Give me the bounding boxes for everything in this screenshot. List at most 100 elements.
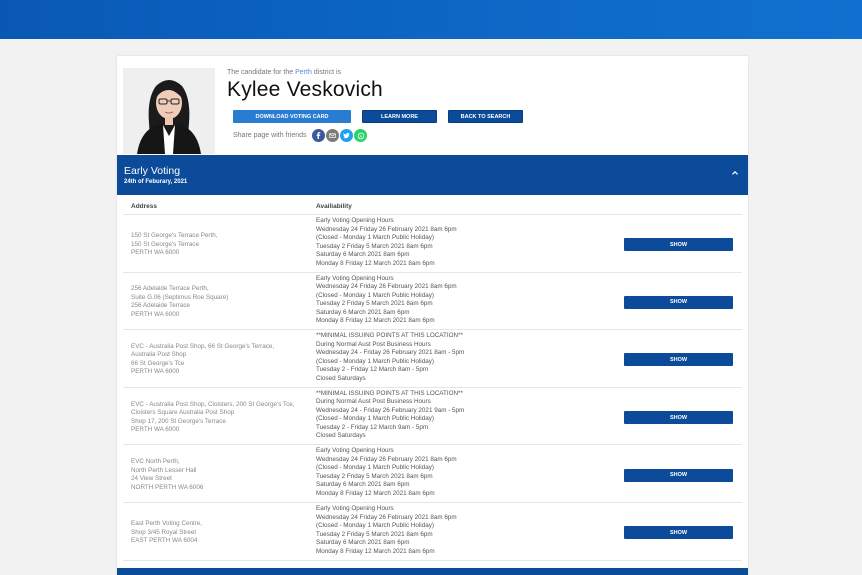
candidate-photo	[123, 68, 215, 154]
availability-line: (Closed - Monday 1 March Public Holiday)	[316, 415, 434, 423]
show-button[interactable]: SHOW	[624, 526, 733, 540]
email-icon[interactable]	[326, 129, 339, 142]
row-availability: **MINIMAL ISSUING POINTS AT THIS LOCATIO…	[316, 332, 464, 383]
availability-line: (Closed - Monday 1 March Public Holiday)	[316, 291, 434, 299]
twitter-icon[interactable]	[340, 129, 353, 142]
row-address: EVC - Australia Post Shop, Cloisters, 20…	[131, 401, 294, 435]
address-line: EVC - Australia Post Shop, Cloisters, 20…	[131, 400, 295, 408]
whatsapp-icon[interactable]	[354, 129, 367, 142]
availability-line: (Closed - Monday 1 March Public Holiday)	[316, 357, 434, 365]
row-availability: Early Voting Opening Hours Wednesday 24 F…	[316, 505, 457, 556]
show-button[interactable]: SHOW	[624, 238, 733, 252]
table-row: East Perth Voting Centre, Shop 3/45 Royal…	[123, 503, 742, 561]
address-line: 150 St George's Terrace	[131, 240, 199, 248]
address-line: Shop 3/45 Royal Street	[131, 528, 197, 536]
download-voting-card-button[interactable]: DOWNLOAD VOTING CARD	[233, 110, 351, 123]
address-line: PERTH WA 6000	[131, 310, 180, 318]
top-banner	[0, 0, 862, 39]
availability-line: **MINIMAL ISSUING POINTS AT THIS LOCATIO…	[316, 389, 463, 397]
row-availability: Early Voting Opening Hours Wednesday 24 F…	[316, 217, 457, 268]
table-row: EVC - Australia Post Shop, 66 St George'…	[123, 330, 742, 388]
row-address: EVC North Perth, North Perth Lesser Hall 2…	[131, 458, 203, 492]
address-line: 24 View Street	[131, 475, 172, 483]
availability-line: (Closed - Monday 1 March Public Holiday)	[316, 234, 434, 241]
candidate-name: Kylee Veskovich	[227, 78, 383, 101]
address-line: 150 St George's Terrace Perth,	[131, 232, 218, 240]
address-line: 66 St George's Tce	[131, 359, 185, 367]
candidate-portrait-icon	[123, 68, 215, 154]
availability-line: Closed Saturdays	[316, 374, 366, 382]
availability-line: Tuesday 2 Friday 5 March 2021 8am 6pm	[316, 300, 433, 308]
availability-line: Tuesday 2 Friday 5 March 2021 8am 6pm	[316, 472, 433, 480]
availability-line: During Normal Aust Post Business Hours	[316, 398, 431, 406]
address-column-header: Address	[131, 203, 158, 210]
availability-line: Wednesday 24 Friday 26 February 2021 8am…	[316, 513, 457, 521]
availability-line: Early Voting Opening Hours	[316, 447, 394, 455]
availability-line: Wednesday 24 Friday 26 February 2021 8am…	[316, 283, 457, 291]
address-line: 256 Adelaide Terrace	[131, 302, 191, 310]
show-button[interactable]: SHOW	[624, 468, 733, 482]
table-row: EVC - Australia Post Shop, Cloisters, 20…	[123, 388, 742, 446]
section-date: 24th of Feburary, 2021	[124, 179, 188, 185]
availability-line: During Normal Aust Post Business Hours	[316, 340, 431, 348]
availability-line: Wednesday 24 Friday 26 February 2021 8am…	[316, 455, 457, 463]
address-line: North Perth Lesser Hall	[131, 466, 197, 474]
availability-line: Saturday 6 March 2021 8am 6pm	[316, 539, 410, 546]
availability-line: Early Voting Opening Hours	[316, 505, 394, 512]
availability-line: Monday 8 Friday 12 March 2021 8am 6pm	[316, 547, 435, 555]
show-button[interactable]: SHOW	[624, 411, 733, 425]
address-line: PERTH WA 6000	[131, 426, 180, 434]
row-address: 150 St George's Terrace Perth, 150 St Geo…	[131, 232, 218, 258]
availability-line: **MINIMAL ISSUING POINTS AT THIS LOCATIO…	[316, 332, 463, 340]
availability-line: Tuesday 2 - Friday 12 March 8am - 5pm	[316, 366, 429, 374]
early-voting-section-header[interactable]: Early Voting 24th of Feburary, 2021	[117, 155, 748, 195]
address-line: EVC North Perth,	[131, 458, 180, 466]
back-to-search-button[interactable]: BACK TO SEARCH	[448, 110, 523, 123]
address-line: Shop 17, 200 St George's Terrace	[131, 417, 226, 425]
row-availability: **MINIMAL ISSUING POINTS AT THIS LOCATIO…	[316, 390, 464, 441]
address-line: EAST PERTH WA 6004	[131, 537, 198, 545]
table-row: EVC North Perth, North Perth Lesser Hall 2…	[123, 445, 742, 503]
availability-column-header: Availiability	[316, 203, 352, 210]
share-label: Share page with friends	[233, 132, 307, 139]
learn-more-button[interactable]: LEARN MORE	[362, 110, 437, 123]
intro-suffix: district is	[313, 69, 342, 76]
address-line: NORTH PERTH WA 6006	[131, 483, 204, 491]
row-address: East Perth Voting Centre, Shop 3/45 Royal…	[131, 520, 202, 546]
address-line: 256 Adelaide Terrace Perth,	[131, 285, 209, 293]
table-row: 256 Adelaide Terrace Perth, Suite G.06 (S…	[123, 273, 742, 331]
availability-line: Saturday 6 March 2021 8am 6pm	[316, 481, 410, 489]
table-row: 150 St George's Terrace Perth, 150 St Geo…	[123, 215, 742, 273]
availability-line: Wednesday 24 - Friday 26 February 2021 9…	[316, 406, 465, 414]
address-line: East Perth Voting Centre,	[131, 520, 203, 528]
availability-line: Monday 8 Friday 12 March 2021 8am 6pm	[316, 259, 435, 267]
availability-line: Early Voting Opening Hours	[316, 217, 394, 224]
availability-line: Saturday 6 March 2021 8am 6pm	[316, 308, 410, 316]
facebook-icon[interactable]	[312, 129, 325, 142]
section-title: Early Voting	[124, 165, 181, 177]
address-line: EVC - Australia Post Shop, 66 St George'…	[131, 342, 275, 350]
candidate-card: The candidate for the Perth district is …	[117, 56, 748, 575]
district-link[interactable]: Perth	[295, 69, 312, 76]
availability-line: Wednesday 24 Friday 26 February 2021 8am…	[316, 225, 457, 233]
candidate-intro: The candidate for the Perth district is	[227, 69, 341, 76]
availability-line: Saturday 6 March 2021 8am 6pm	[316, 251, 410, 258]
row-availability: Early Voting Opening Hours Wednesday 24 F…	[316, 275, 457, 326]
next-section-header[interactable]	[117, 568, 748, 575]
address-line: Australia Post Shop	[131, 351, 187, 359]
chevron-up-icon[interactable]	[730, 168, 740, 178]
availability-line: Tuesday 2 Friday 5 March 2021 8am 6pm	[316, 530, 433, 538]
address-line: Suite G.06 (Septimus Roe Square)	[131, 293, 229, 301]
intro-prefix: The candidate for the	[227, 69, 294, 76]
availability-line: Closed Saturdays	[316, 432, 366, 440]
show-button[interactable]: SHOW	[624, 353, 733, 367]
availability-line: Monday 8 Friday 12 March 2021 8am 6pm	[316, 489, 435, 497]
row-address: EVC - Australia Post Shop, 66 St George'…	[131, 343, 274, 377]
address-line: PERTH WA 6000	[131, 368, 180, 376]
address-line: Cloisters Square Australia Post Shop	[131, 409, 235, 417]
show-button[interactable]: SHOW	[624, 295, 733, 309]
availability-line: (Closed - Monday 1 March Public Holiday)	[316, 522, 434, 529]
availability-line: Early Voting Opening Hours	[316, 274, 394, 282]
row-address: 256 Adelaide Terrace Perth, Suite G.06 (S…	[131, 285, 228, 319]
availability-line: (Closed - Monday 1 March Public Holiday)	[316, 464, 434, 472]
